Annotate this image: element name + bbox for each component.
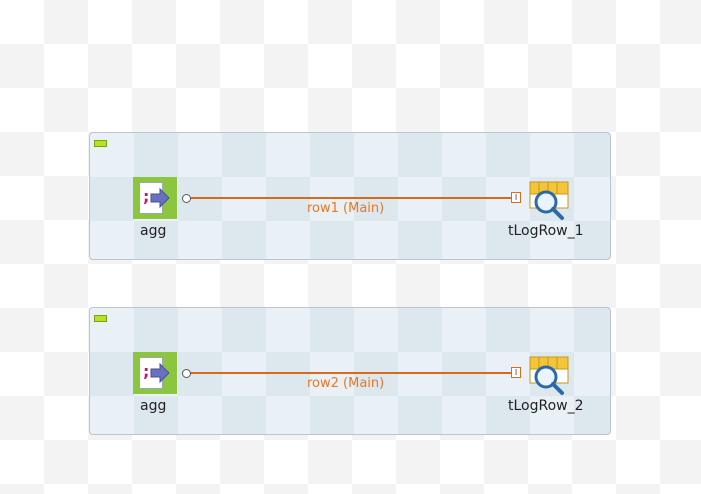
component-agg-2[interactable]: ;: [133, 352, 177, 394]
component-tlogrow-2[interactable]: [526, 355, 570, 397]
component-tlogrow-1[interactable]: [526, 180, 570, 222]
output-port[interactable]: [182, 369, 191, 378]
input-port[interactable]: I: [511, 367, 521, 378]
connection-label[interactable]: row2 (Main): [307, 376, 384, 391]
component-label: tLogRow_2: [508, 398, 584, 414]
component-label: agg: [140, 398, 167, 414]
component-label: tLogRow_1: [508, 223, 584, 239]
output-port[interactable]: [182, 194, 191, 203]
input-port[interactable]: I: [511, 192, 521, 203]
subjob-1[interactable]: ; agg row1 (Main) I tLogRow_1: [89, 132, 611, 260]
file-input-icon: ;: [133, 352, 177, 394]
connection-label[interactable]: row1 (Main): [307, 201, 384, 216]
component-agg-1[interactable]: ;: [133, 177, 177, 219]
file-input-icon: ;: [133, 177, 177, 219]
log-row-icon: [529, 356, 569, 395]
subjob-2[interactable]: ; agg row2 (Main) I tLogRow_2: [89, 307, 611, 435]
component-label: agg: [140, 223, 167, 239]
log-row-icon: [529, 181, 569, 220]
